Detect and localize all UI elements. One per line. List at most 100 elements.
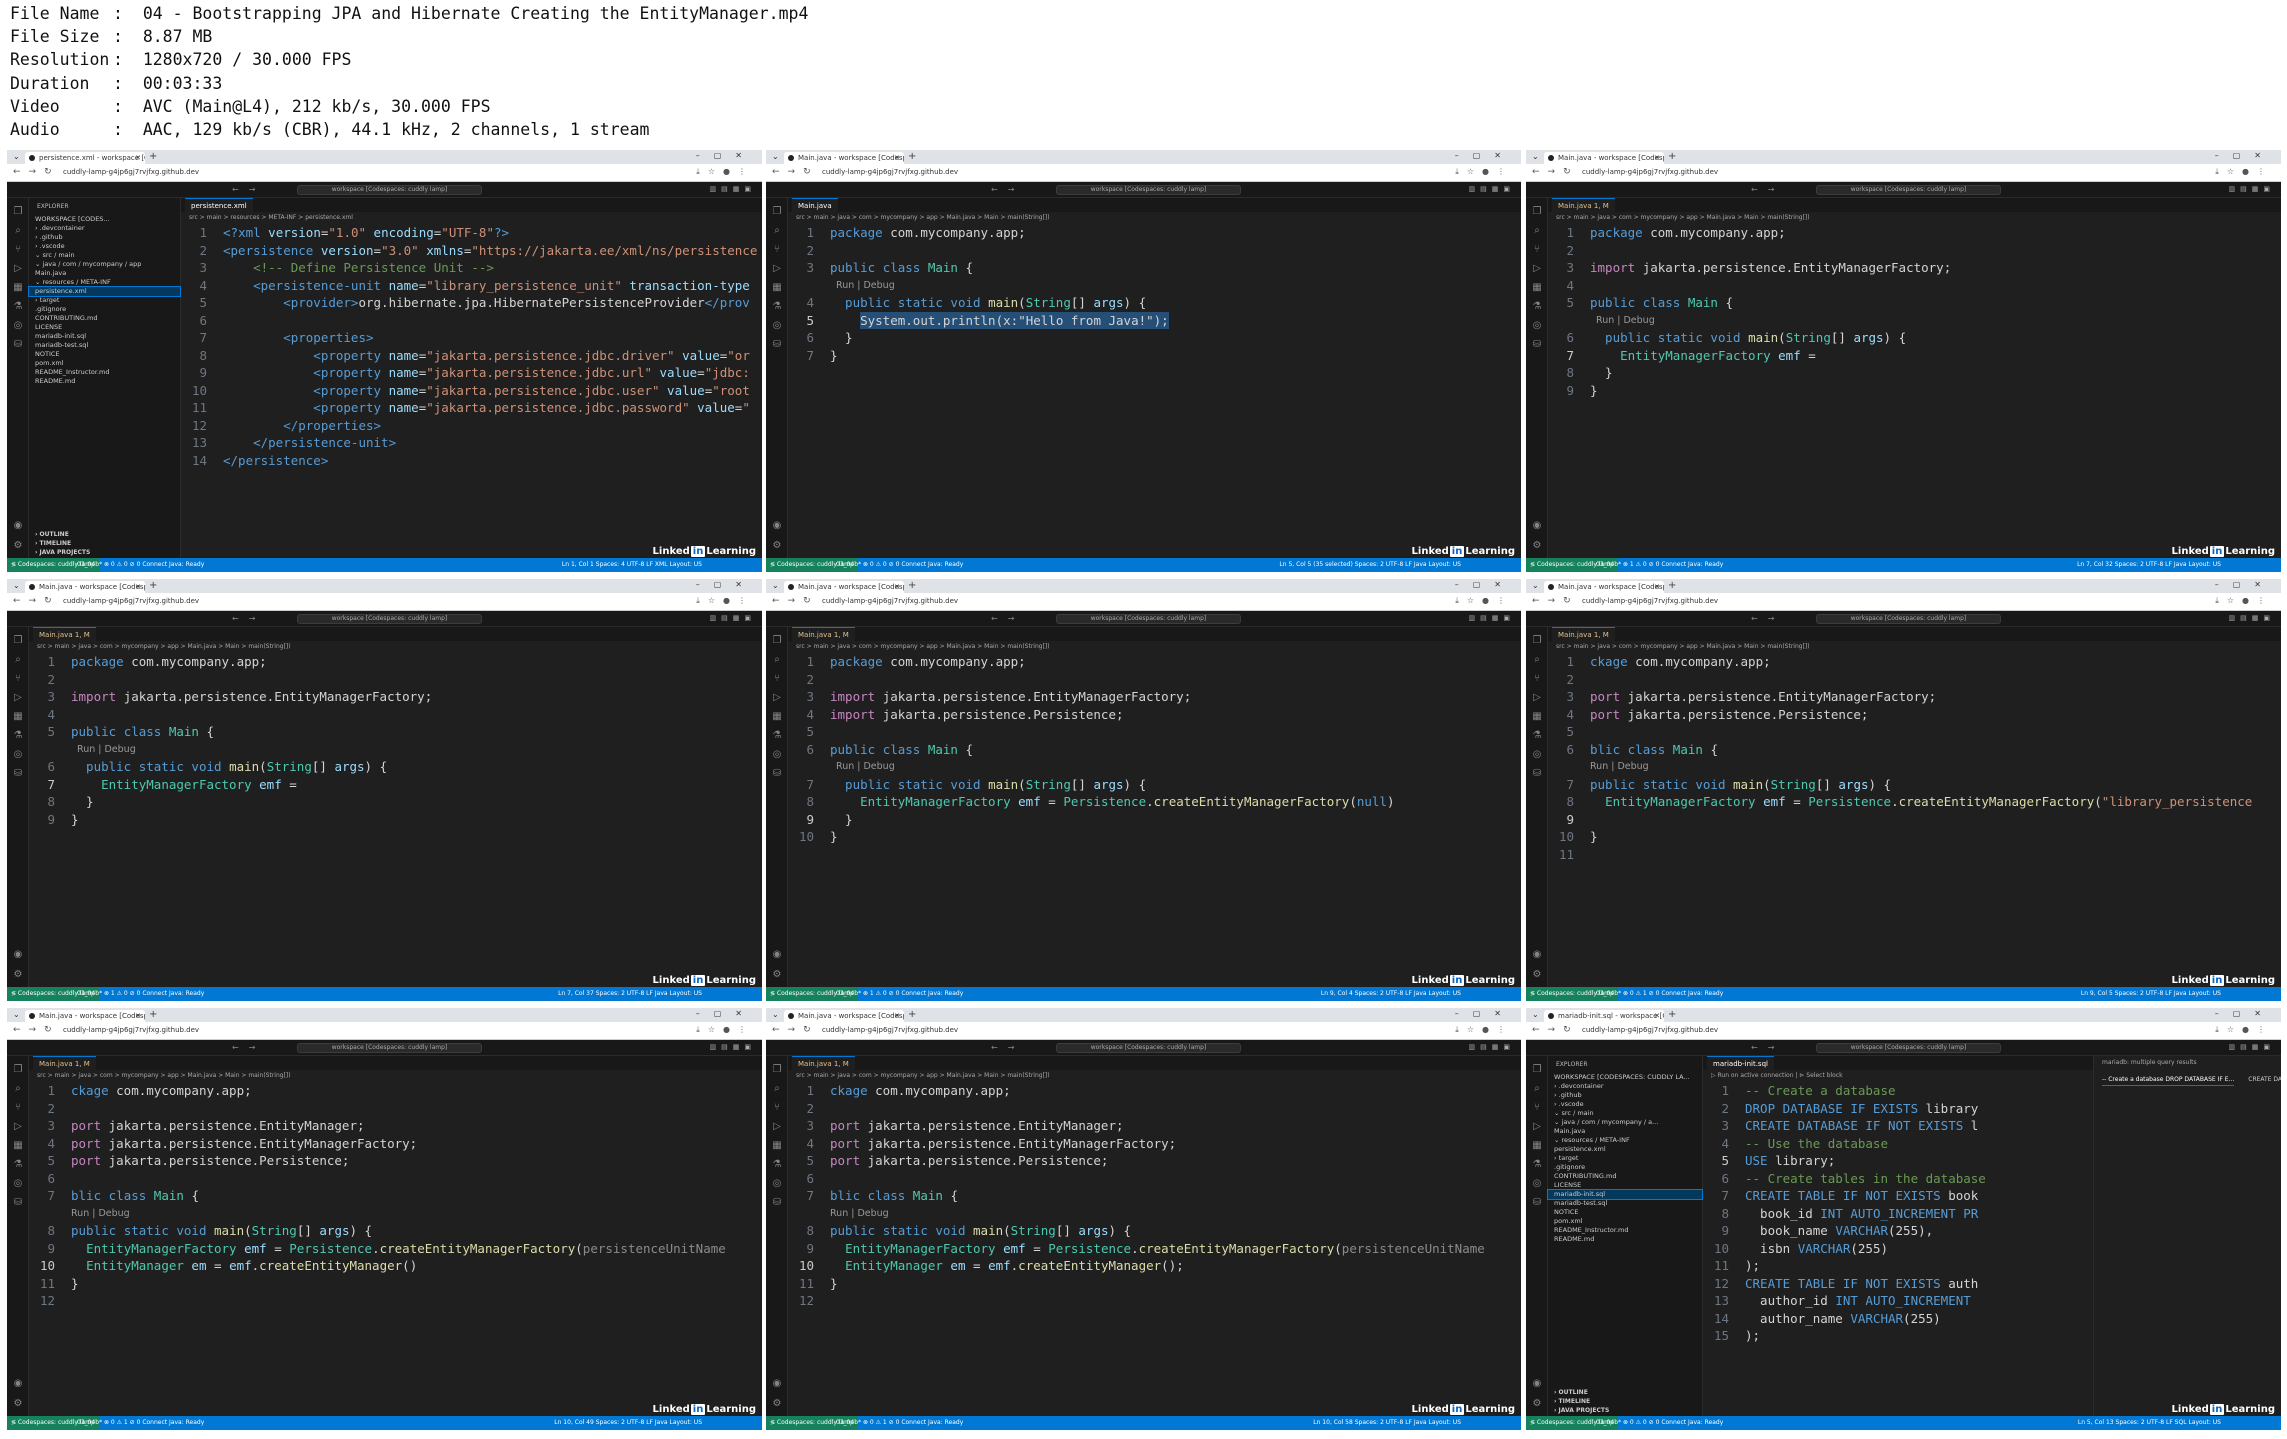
account-icon[interactable]: ◉ [12,520,24,532]
database-icon[interactable]: ⛁ [771,768,783,780]
testing-icon[interactable]: ⚗ [12,730,24,742]
explorer-item[interactable]: › .vscode [29,242,180,251]
browser-tab[interactable]: Main.java - workspace [Codesp ✕ [25,581,145,593]
database-icon[interactable]: ⛁ [12,1197,24,1209]
editor-tab[interactable]: Main.java 1, M [33,1056,96,1070]
history-arrows-icon[interactable]: ←→ [1751,185,1784,194]
window-controls[interactable]: –▢✕ [696,580,756,589]
results-tab[interactable]: CREATE DATABASE IF NOT [2248,1076,2281,1083]
browser-toolbar-icons[interactable]: ⤓☆●⋮ [1455,1025,1513,1035]
status-right[interactable]: Ln 5, Col 13 Spaces: 2 UTF-8 LF SQL Layo… [2078,1416,2221,1430]
explorer-item[interactable]: › target [29,296,180,305]
search-icon[interactable]: ⌕ [1531,1083,1543,1095]
extensions-icon[interactable]: ▦ [1531,711,1543,723]
tab-list-chevron-icon[interactable]: ⌄ [13,1010,20,1019]
account-icon[interactable]: ◉ [12,949,24,961]
history-arrows-icon[interactable]: ←→ [1751,1043,1784,1052]
editor-tab[interactable]: Main.java 1, M [792,627,855,641]
copilot-icon[interactable]: ◎ [1531,320,1543,332]
testing-icon[interactable]: ⚗ [1531,1159,1543,1171]
explorer-item[interactable]: ⌄ src / main [1548,1109,1702,1118]
copilot-icon[interactable]: ◎ [771,320,783,332]
window-controls[interactable]: –▢✕ [1455,1009,1515,1018]
browser-tab[interactable]: Main.java - workspace [Codesp ✕ [784,152,904,164]
testing-icon[interactable]: ⚗ [771,301,783,313]
explorer-item[interactable]: LICENSE [29,323,180,332]
extensions-icon[interactable]: ▦ [12,1140,24,1152]
layout-toggle-icons[interactable]: ▥▤▦▣ [710,185,756,193]
run-debug-icon[interactable]: ▷ [771,1121,783,1133]
browser-toolbar-icons[interactable]: ⤓☆●⋮ [696,1025,754,1035]
status-right[interactable]: Ln 9, Col 5 Spaces: 2 UTF-8 LF Java Layo… [2081,987,2221,1001]
source-control-icon[interactable]: ⑂ [771,244,783,256]
files-icon[interactable]: ❐ [1531,635,1543,647]
source-control-icon[interactable]: ⑂ [12,244,24,256]
extensions-icon[interactable]: ▦ [771,282,783,294]
run-debug-icon[interactable]: ▷ [1531,263,1543,275]
database-icon[interactable]: ⛁ [12,768,24,780]
tab-close-icon[interactable]: ✕ [894,583,900,591]
breadcrumb[interactable]: src > main > java > com > mycompany > ap… [788,212,1521,224]
browser-nav-icons[interactable]: ←→↻ [772,1025,819,1035]
command-center-search[interactable]: workspace [Codespaces: cuddly lamp] [1056,1043,1241,1053]
layout-toggle-icons[interactable]: ▥▤▦▣ [2229,614,2275,622]
run-debug-icon[interactable]: ▷ [12,692,24,704]
layout-toggle-icons[interactable]: ▥▤▦▣ [2229,185,2275,193]
explorer-item[interactable]: pom.xml [1548,1217,1702,1226]
window-controls[interactable]: –▢✕ [696,1009,756,1018]
explorer-item[interactable]: ⌄ java / com / mycompany / app [29,260,180,269]
database-icon[interactable]: ⛁ [1531,339,1543,351]
copilot-icon[interactable]: ◎ [1531,749,1543,761]
status-left[interactable]: 03_04b* ⊗ 1 ⚠ 0 ⊘ 0 Connect Java: Ready [1596,558,1723,572]
browser-nav-icons[interactable]: ←→↻ [1532,1025,1579,1035]
url-text[interactable]: cuddly-lamp-g4jp6gj7rvjfxg.github.dev [63,1026,199,1034]
codelens-run-debug[interactable]: Run | Debug [1590,312,1655,330]
codelens-run-debug[interactable]: Run | Debug [830,1205,889,1223]
url-text[interactable]: cuddly-lamp-g4jp6gj7rvjfxg.github.dev [1582,597,1718,605]
browser-toolbar-icons[interactable]: ⤓☆●⋮ [2215,167,2273,177]
url-text[interactable]: cuddly-lamp-g4jp6gj7rvjfxg.github.dev [1582,1026,1718,1034]
history-arrows-icon[interactable]: ←→ [991,1043,1024,1052]
editor-tab[interactable]: Main.java 1, M [792,1056,855,1070]
command-center-search[interactable]: workspace [Codespaces: cuddly lamp] [1816,185,2001,195]
browser-toolbar-icons[interactable]: ⤓☆●⋮ [696,167,754,177]
extensions-icon[interactable]: ▦ [1531,1140,1543,1152]
new-tab-icon[interactable]: + [1668,1009,1676,1020]
explorer-section[interactable]: › TIMELINE [1554,1398,1590,1405]
codelens-run-debug[interactable]: Run | Debug [71,1205,130,1223]
codelens-run-debug[interactable]: Run | Debug [1590,758,1649,776]
extensions-icon[interactable]: ▦ [12,711,24,723]
files-icon[interactable]: ❐ [771,635,783,647]
extensions-icon[interactable]: ▦ [771,711,783,723]
explorer-item[interactable]: README_Instructor.md [1548,1226,1702,1235]
command-center-search[interactable]: workspace [Codespaces: cuddly lamp] [1056,185,1241,195]
layout-toggle-icons[interactable]: ▥▤▦▣ [1469,614,1515,622]
layout-toggle-icons[interactable]: ▥▤▦▣ [2229,1043,2275,1051]
breadcrumb[interactable]: src > main > resources > META-INF > pers… [181,212,762,224]
tab-close-icon[interactable]: ✕ [894,154,900,162]
explorer-item[interactable]: › .devcontainer [29,224,180,233]
explorer-section[interactable]: › JAVA PROJECTS [1554,1407,1609,1414]
browser-tab[interactable]: Main.java - workspace [Codesp ✕ [1544,581,1664,593]
status-right[interactable]: Ln 10, Col 49 Spaces: 2 UTF-8 LF Java La… [554,1416,702,1430]
command-center-search[interactable]: workspace [Codespaces: cuddly lamp] [1816,1043,2001,1053]
status-right[interactable]: Ln 7, Col 32 Spaces: 2 UTF-8 LF Java Lay… [2077,558,2221,572]
gear-icon[interactable]: ⚙ [771,1398,783,1410]
breadcrumb[interactable]: src > main > java > com > mycompany > ap… [788,641,1521,653]
files-icon[interactable]: ❐ [12,1064,24,1076]
copilot-icon[interactable]: ◎ [771,749,783,761]
run-debug-icon[interactable]: ▷ [771,263,783,275]
status-left[interactable]: 03_04b* ⊗ 0 ⚠ 0 ⊘ 0 Connect Java: Ready [836,558,963,572]
search-icon[interactable]: ⌕ [771,225,783,237]
testing-icon[interactable]: ⚗ [771,730,783,742]
files-icon[interactable]: ❐ [771,1064,783,1076]
database-icon[interactable]: ⛁ [771,1197,783,1209]
explorer-item[interactable]: mariadb-test.sql [29,341,180,350]
history-arrows-icon[interactable]: ←→ [232,185,265,194]
status-left[interactable]: 03_04b* ⊗ 0 ⚠ 1 ⊘ 0 Connect Java: Ready [836,1416,963,1430]
command-center-search[interactable]: workspace [Codespaces: cuddly lamp] [1056,614,1241,624]
new-tab-icon[interactable]: + [1668,151,1676,162]
account-icon[interactable]: ◉ [771,520,783,532]
window-controls[interactable]: –▢✕ [696,151,756,160]
copilot-icon[interactable]: ◎ [1531,1178,1543,1190]
